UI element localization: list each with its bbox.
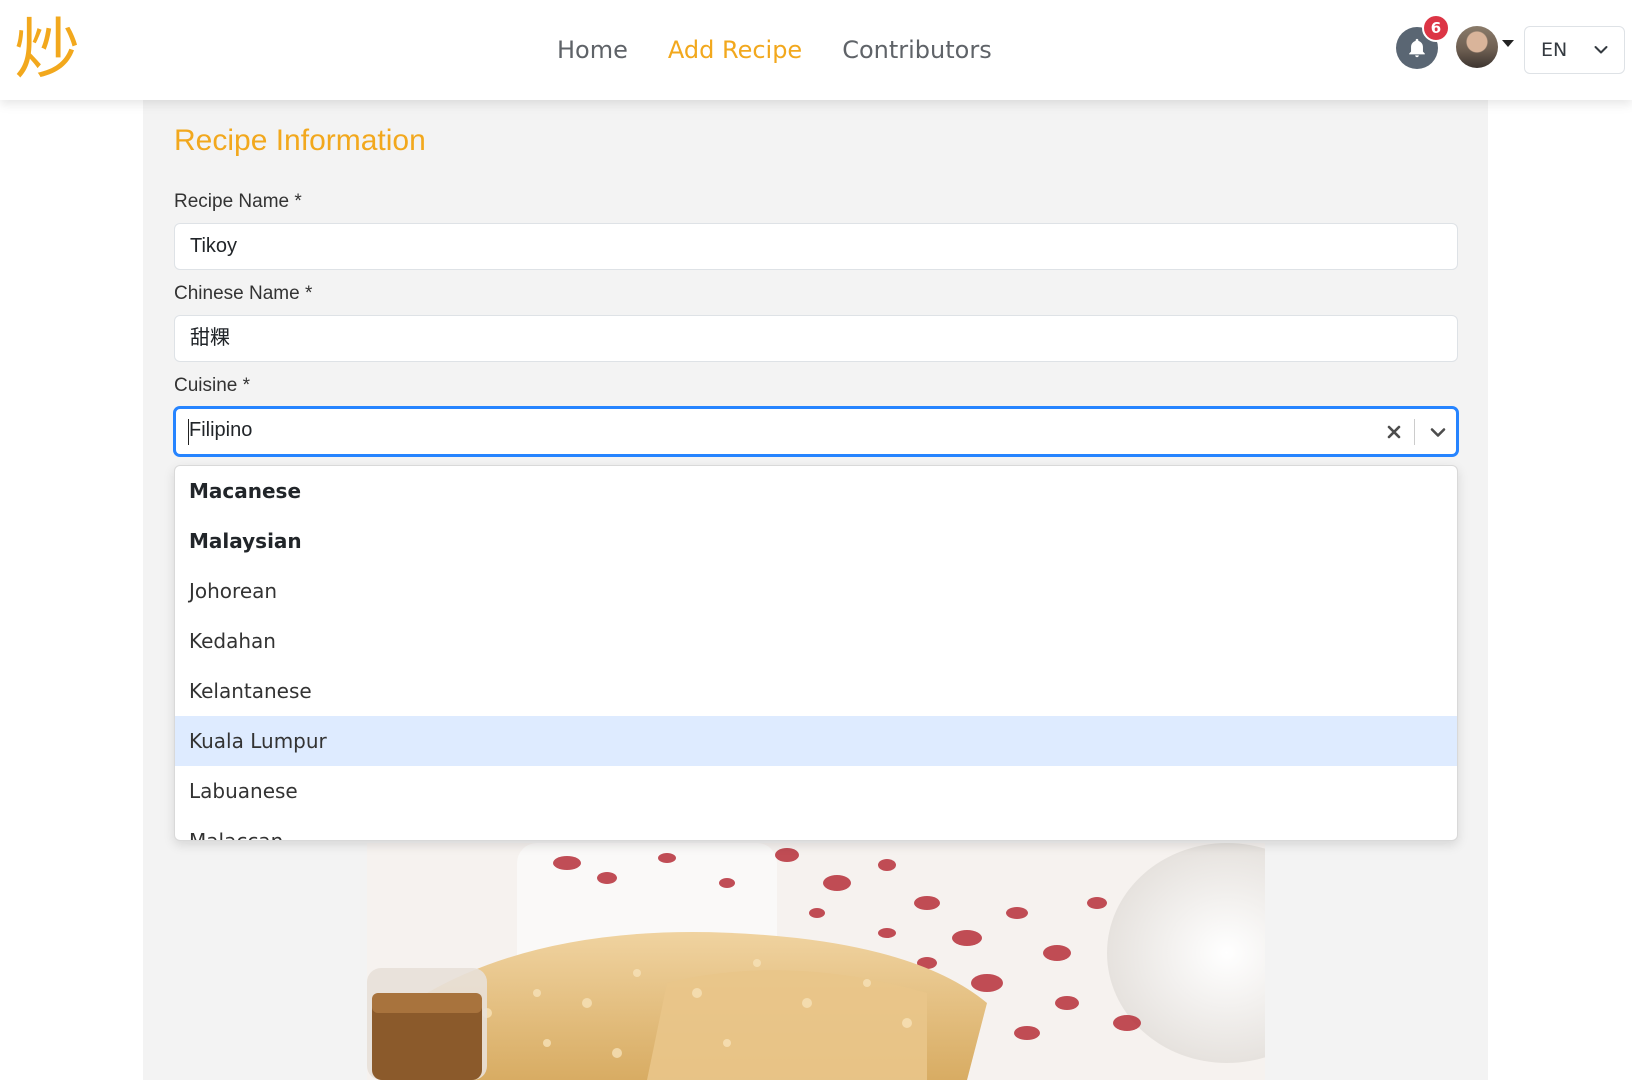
recipe-photo	[367, 843, 1265, 1080]
chinese-name-input[interactable]: 甜粿	[174, 315, 1458, 362]
chinese-name-label: Chinese Name *	[174, 283, 313, 304]
cuisine-options-list: Macanese Malaysian Johorean Kedahan Kela…	[175, 466, 1457, 840]
menu-option-kelantanese[interactable]: Kelantanese	[175, 666, 1457, 716]
menu-option-kedahan[interactable]: Kedahan	[175, 616, 1457, 666]
main-nav: Home Add Recipe Contributors	[557, 30, 992, 70]
cuisine-label: Cuisine *	[174, 375, 251, 396]
select-separator	[1414, 419, 1415, 445]
close-icon	[1387, 425, 1401, 439]
user-avatar[interactable]	[1456, 26, 1498, 68]
menu-option-kuala-lumpur[interactable]: Kuala Lumpur	[175, 716, 1457, 766]
notification-count-badge: 6	[1422, 14, 1450, 42]
user-menu-caret-icon[interactable]	[1502, 40, 1514, 47]
bell-icon	[1409, 38, 1425, 58]
language-select[interactable]: EN	[1524, 26, 1625, 74]
chevron-down-icon	[1430, 427, 1446, 437]
chevron-down-icon	[1594, 46, 1608, 54]
clear-selection-button[interactable]	[1379, 417, 1409, 447]
cuisine-select[interactable]: Filipino	[174, 407, 1458, 456]
menu-option-labuanese[interactable]: Labuanese	[175, 766, 1457, 816]
menu-option-johorean[interactable]: Johorean	[175, 566, 1457, 616]
recipe-photo-image	[367, 843, 1265, 1080]
nav-contributors[interactable]: Contributors	[842, 36, 992, 64]
nav-add-recipe[interactable]: Add Recipe	[668, 36, 802, 64]
cuisine-dropdown-menu[interactable]: Macanese Malaysian Johorean Kedahan Kela…	[174, 465, 1458, 841]
dropdown-toggle-button[interactable]	[1423, 417, 1453, 447]
language-value: EN	[1541, 39, 1568, 61]
top-navbar: 炒 Home Add Recipe Contributors 6 EN	[0, 0, 1632, 100]
site-logo[interactable]: 炒	[14, 12, 88, 88]
recipe-name-input[interactable]: Tikoy	[174, 223, 1458, 270]
cuisine-select-value[interactable]: Filipino	[189, 419, 252, 442]
menu-option-macanese[interactable]: Macanese	[175, 466, 1457, 516]
section-title: Recipe Information	[174, 124, 426, 157]
menu-option-malaysian[interactable]: Malaysian	[175, 516, 1457, 566]
menu-option-malaccan[interactable]: Malaccan	[175, 816, 1457, 840]
nav-home[interactable]: Home	[557, 36, 628, 64]
recipe-name-label: Recipe Name *	[174, 191, 302, 212]
